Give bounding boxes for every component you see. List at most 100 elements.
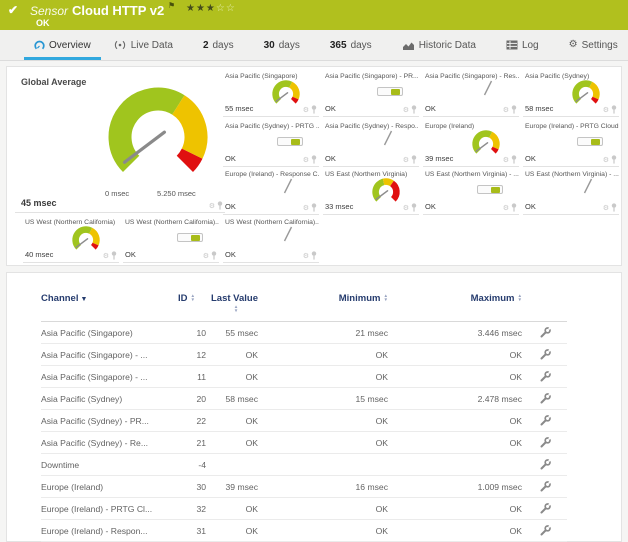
table-row[interactable]: Asia Pacific (Singapore) - ... 11 OK OK … [41,366,567,388]
channel-value: OK [225,250,236,259]
gear-icon[interactable]: ⚙ [403,107,409,114]
tab-live-data[interactable]: Live Data [103,33,183,60]
channel-tile[interactable]: US East (Northern Virginia) 33 msec ⚙ [323,169,419,215]
priority-stars[interactable]: ★★★☆☆ [186,3,236,14]
channel-tile[interactable]: Asia Pacific (Sydney) 58 msec ⚙ [523,71,619,117]
pin-icon[interactable] [411,105,417,114]
gear-icon[interactable]: ⚙ [303,107,309,114]
channel-tile[interactable]: Europe (Ireland) - PRTG Cloud... OK ⚙ [523,121,619,167]
channel-settings-wrench-icon[interactable] [539,348,551,360]
tab-log[interactable]: Log [496,33,549,60]
pin-icon[interactable] [111,251,117,260]
pin-icon[interactable] [311,155,317,164]
table-row[interactable]: Downtime -4 [41,454,567,476]
tab-settings[interactable]: ⚙ Settings [559,33,628,60]
channel-tile[interactable]: US West (Northern California) 40 msec ⚙ [23,217,119,263]
channel-tile[interactable]: Asia Pacific (Singapore) 55 msec ⚙ [223,71,319,117]
cell-channel[interactable]: Asia Pacific (Singapore) [41,322,167,344]
pin-icon[interactable] [311,105,317,114]
gear-icon[interactable]: ⚙ [603,107,609,114]
global-average-tile[interactable]: Global Average 0 msec 5.250 msec 45 msec… [15,71,225,213]
channel-settings-wrench-icon[interactable] [539,458,551,470]
gear-icon[interactable]: ⚙ [503,157,509,164]
tab-historic-data[interactable]: Historic Data [392,33,486,60]
column-header-id[interactable]: ID▲▼ [167,291,211,322]
mini-gauge-icon [467,126,505,160]
channel-tile[interactable]: Asia Pacific (Singapore) - Res... OK ⚙ [423,71,519,117]
channel-settings-wrench-icon[interactable] [539,524,551,536]
pin-icon[interactable] [511,203,517,212]
column-header-maximum[interactable]: Maximum▲▼ [393,291,527,322]
tab-365-days[interactable]: 365 days [320,33,382,60]
gear-icon[interactable]: ⚙ [303,205,309,212]
channel-tile[interactable]: Asia Pacific (Singapore) - PR... OK ⚙ [323,71,419,117]
channel-settings-wrench-icon[interactable] [539,370,551,382]
column-header-channel[interactable]: Channel▼ [41,291,167,322]
tab-overview[interactable]: Overview [24,33,101,60]
needle-icon [281,224,295,244]
tab-2-days[interactable]: 2 days [193,33,244,60]
channel-tile[interactable]: Asia Pacific (Sydney) - PRTG ... OK ⚙ [223,121,319,167]
channel-tile[interactable]: Europe (Ireland) 39 msec ⚙ [423,121,519,167]
cell-channel[interactable]: Downtime [41,454,167,476]
table-row[interactable]: Europe (Ireland) - PRTG Cl... 32 OK OK O… [41,498,567,520]
gear-icon[interactable]: ⚙ [303,157,309,164]
channel-tile[interactable]: Asia Pacific (Sydney) - Respo... OK ⚙ [323,121,419,167]
cell-channel[interactable]: Asia Pacific (Sydney) - PR... [41,410,167,432]
gear-icon[interactable]: ⚙ [403,205,409,212]
pin-icon[interactable] [511,105,517,114]
column-header-last-value[interactable]: Last Value▲▼ [211,291,263,322]
channel-settings-wrench-icon[interactable] [539,502,551,514]
sort-icon: ▲▼ [234,305,239,313]
gear-icon[interactable]: ⚙ [603,157,609,164]
channel-tile[interactable]: Europe (Ireland) - Response C... OK ⚙ [223,169,319,215]
table-row[interactable]: Asia Pacific (Sydney) - Re... 21 OK OK O… [41,432,567,454]
channel-settings-wrench-icon[interactable] [539,392,551,404]
pin-icon[interactable] [511,155,517,164]
pin-icon[interactable] [611,105,617,114]
gear-icon[interactable]: ⚙ [203,253,209,260]
priority-flag-icon[interactable]: ⚑ [168,1,175,10]
pin-icon[interactable] [311,251,317,260]
cell-channel[interactable]: Asia Pacific (Sydney) [41,388,167,410]
pin-icon[interactable] [411,155,417,164]
table-row[interactable]: Asia Pacific (Sydney) 20 58 msec 15 msec… [41,388,567,410]
table-row[interactable]: Europe (Ireland) - Respon... 31 OK OK OK [41,520,567,542]
gear-icon[interactable]: ⚙ [603,205,609,212]
gear-icon[interactable]: ⚙ [303,253,309,260]
channel-tile[interactable]: US West (Northern California)... OK ⚙ [123,217,219,263]
channel-value: 33 msec [325,202,353,211]
channel-settings-wrench-icon[interactable] [539,436,551,448]
cell-channel[interactable]: Asia Pacific (Singapore) - ... [41,366,167,388]
channel-tile[interactable]: US East (Northern Virginia) - ... OK ⚙ [423,169,519,215]
tab-30-days[interactable]: 30 days [254,33,310,60]
gear-icon[interactable]: ⚙ [209,203,215,210]
cell-channel[interactable]: Europe (Ireland) - PRTG Cl... [41,498,167,520]
pin-icon[interactable] [211,251,217,260]
table-row[interactable]: Asia Pacific (Singapore) - ... 12 OK OK … [41,344,567,366]
channel-settings-wrench-icon[interactable] [539,480,551,492]
table-row[interactable]: Europe (Ireland) 30 39 msec 16 msec 1.00… [41,476,567,498]
cell-channel[interactable]: Asia Pacific (Sydney) - Re... [41,432,167,454]
stars-filled[interactable]: ★★★ [186,3,216,14]
stars-empty[interactable]: ☆☆ [216,3,236,14]
pin-icon[interactable] [311,203,317,212]
table-row[interactable]: Asia Pacific (Sydney) - PR... 22 OK OK O… [41,410,567,432]
channel-settings-wrench-icon[interactable] [539,326,551,338]
gear-icon[interactable]: ⚙ [503,107,509,114]
gear-icon[interactable]: ⚙ [103,253,109,260]
tab-number: 30 [264,40,275,51]
cell-channel[interactable]: Europe (Ireland) [41,476,167,498]
pin-icon[interactable] [611,155,617,164]
pin-icon[interactable] [611,203,617,212]
gear-icon[interactable]: ⚙ [403,157,409,164]
channel-tile[interactable]: US East (Northern Virginia) - ... OK ⚙ [523,169,619,215]
cell-channel[interactable]: Asia Pacific (Singapore) - ... [41,344,167,366]
gear-icon[interactable]: ⚙ [503,205,509,212]
column-header-minimum[interactable]: Minimum▲▼ [263,291,393,322]
channel-settings-wrench-icon[interactable] [539,414,551,426]
pin-icon[interactable] [411,203,417,212]
cell-channel[interactable]: Europe (Ireland) - Respon... [41,520,167,542]
table-row[interactable]: Asia Pacific (Singapore) 10 55 msec 21 m… [41,322,567,344]
channel-tile[interactable]: US West (Northern California)... OK ⚙ [223,217,319,263]
